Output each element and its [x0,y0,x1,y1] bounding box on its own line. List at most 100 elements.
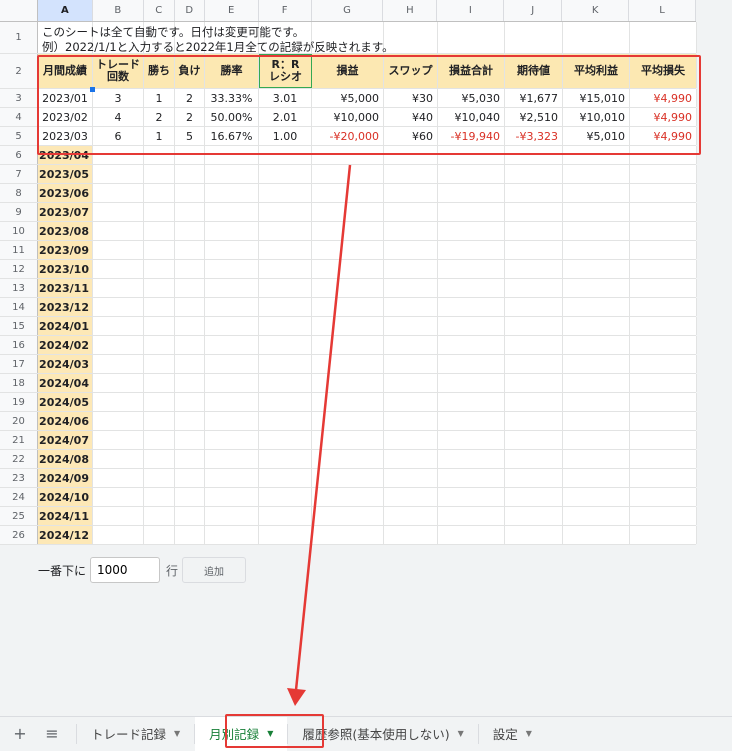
cell[interactable] [312,355,384,373]
cell[interactable] [384,241,438,259]
cell-total[interactable]: ¥5,030 [438,89,505,107]
cell-month[interactable]: 2023/12 [38,298,93,316]
cell[interactable] [144,222,175,240]
cell[interactable] [205,336,259,354]
caret-down-icon[interactable]: ▼ [267,729,273,738]
cell[interactable] [563,203,630,221]
column-header-j[interactable]: J [504,0,563,21]
cell[interactable] [384,412,438,430]
cell[interactable] [438,450,505,468]
cell[interactable] [93,279,144,297]
cell[interactable] [175,412,205,430]
row-header[interactable]: 4 [0,108,38,126]
cell-expect[interactable]: ¥2,510 [505,108,563,126]
cell[interactable] [144,165,175,183]
cell[interactable] [259,431,312,449]
cell[interactable] [384,507,438,525]
cell[interactable] [563,146,630,164]
cell[interactable] [205,450,259,468]
cell[interactable] [205,355,259,373]
cell-trades[interactable]: 4 [93,108,144,126]
cell[interactable] [438,336,505,354]
cell[interactable] [144,279,175,297]
cell[interactable] [259,526,312,544]
cell[interactable] [144,450,175,468]
cell[interactable] [205,469,259,487]
cell[interactable] [630,203,697,221]
cell[interactable] [175,488,205,506]
cell[interactable] [175,431,205,449]
cell[interactable] [384,222,438,240]
column-header-k[interactable]: K [562,0,630,21]
cell-pnl[interactable]: ¥5,000 [312,89,384,107]
plus-icon[interactable]: + [8,722,32,746]
cell[interactable] [259,279,312,297]
cell-swap[interactable]: ¥60 [384,127,438,145]
cell[interactable] [630,241,697,259]
caret-down-icon[interactable]: ▼ [174,729,180,738]
cell[interactable] [505,336,563,354]
cell-avg_loss[interactable]: ¥4,990 [630,127,697,145]
cell[interactable] [384,355,438,373]
cell[interactable] [175,260,205,278]
cell[interactable] [205,260,259,278]
cell[interactable] [259,298,312,316]
cell[interactable] [93,450,144,468]
cell[interactable] [505,222,563,240]
cell[interactable] [384,146,438,164]
caret-down-icon[interactable]: ▼ [526,729,532,738]
column-header-a[interactable]: A [37,0,93,21]
row-header[interactable]: 22 [0,450,38,468]
cell[interactable] [175,203,205,221]
row-header[interactable]: 26 [0,526,38,544]
cell-avg_win[interactable]: ¥10,010 [563,108,630,126]
row-header[interactable]: 9 [0,203,38,221]
cell[interactable] [144,355,175,373]
cell-avg_loss[interactable]: ¥4,990 [630,89,697,107]
cell[interactable] [93,165,144,183]
cell[interactable] [563,412,630,430]
cell[interactable] [93,431,144,449]
row-header[interactable]: 17 [0,355,38,373]
add-rows-button[interactable]: 追加 [182,557,247,583]
cell[interactable] [630,374,697,392]
cell[interactable] [563,374,630,392]
cell[interactable] [505,393,563,411]
cell[interactable] [144,507,175,525]
cell[interactable] [144,336,175,354]
row-header[interactable]: 3 [0,89,38,107]
cell[interactable] [175,336,205,354]
header-trade-count[interactable]: トレード 回数 [93,54,144,88]
column-header-g[interactable]: G [312,0,384,21]
cell[interactable] [205,203,259,221]
cell[interactable] [93,469,144,487]
header-total[interactable]: 損益合計 [438,54,505,88]
row-header[interactable]: 2 [0,54,38,88]
cell-avg_loss[interactable]: ¥4,990 [630,108,697,126]
cell-avg_win[interactable]: ¥5,010 [563,127,630,145]
header-swap[interactable]: スワップ [384,54,438,88]
row-header[interactable]: 16 [0,336,38,354]
cell[interactable] [144,412,175,430]
cell[interactable] [505,431,563,449]
header-wins[interactable]: 勝ち [144,54,175,88]
cell[interactable] [312,222,384,240]
cell-wins[interactable]: 2 [144,108,175,126]
cell[interactable] [312,260,384,278]
cell-month[interactable]: 2023/06 [38,184,93,202]
cell[interactable] [384,279,438,297]
cell-trades[interactable]: 6 [93,127,144,145]
cell-swap[interactable]: ¥30 [384,89,438,107]
cell-rr[interactable]: 1.00 [259,127,312,145]
cell[interactable] [563,222,630,240]
cell-month[interactable]: 2023/08 [38,222,93,240]
cell-month[interactable]: 2023/11 [38,279,93,297]
cell[interactable] [144,469,175,487]
cell[interactable] [175,146,205,164]
cell[interactable] [505,260,563,278]
cell[interactable] [93,298,144,316]
cell[interactable] [312,336,384,354]
cell[interactable] [505,146,563,164]
cell[interactable] [505,374,563,392]
cell[interactable] [312,203,384,221]
